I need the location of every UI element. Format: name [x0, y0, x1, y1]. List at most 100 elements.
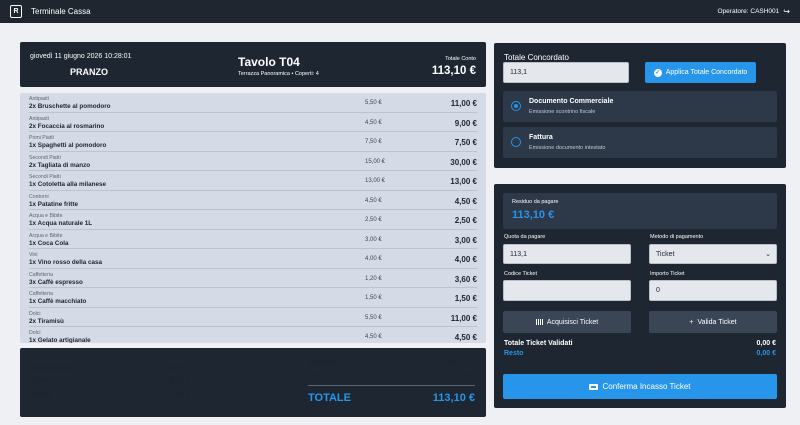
- order-item-row: Vini 1x Vino rosso della casa 4,00 € 4,00 €: [29, 249, 477, 269]
- item-name: 1x Vino rosso della casa: [29, 259, 103, 266]
- barcode-icon: [535, 319, 543, 325]
- item-name: 3x Caffè espresso: [29, 278, 83, 286]
- check-circle-icon: ✓: [653, 68, 662, 77]
- quota-label: Quota da pagare: [504, 234, 546, 240]
- validate-ticket-label: Valida Ticket: [697, 318, 737, 326]
- item-total-price: 30,00 €: [450, 157, 477, 167]
- item-name: 1x Spaghetti al pomodoro: [29, 142, 107, 149]
- item-category: Vini: [29, 252, 38, 258]
- option-subtitle: Emissione documento intestato: [529, 145, 606, 151]
- item-name: 1x Cotoletta alla milanese: [29, 181, 106, 188]
- iva-value: 11,59 €: [452, 373, 475, 380]
- order-item-row: Secondi Piatti 2x Tagliata di manzo 15,00 …: [29, 152, 477, 171]
- order-item-row: Antipasti 2x Bruschette al pomodoro 5,50 €…: [29, 93, 477, 113]
- item-name: 1x Coca Cola: [29, 239, 69, 247]
- item-unit-price: 15,00 €: [365, 158, 386, 165]
- order-item-row: Acqua e Bibite 1x Acqua naturale 1L 2,50 €…: [29, 210, 477, 230]
- ticket-amount-label: Importo Ticket: [650, 271, 685, 277]
- option-fattura[interactable]: Fattura Emissione documento intestato: [503, 127, 777, 158]
- item-name: 1x Caffè macchiato: [29, 298, 87, 305]
- order-item-row: Caffetteria 1x Caffè macchiato 1,50 € 1,50 …: [29, 288, 477, 308]
- item-name: 2x Tiramisù: [29, 317, 64, 325]
- item-category: Caffetteria: [29, 291, 53, 297]
- item-total-price: 13,00 €: [450, 177, 477, 186]
- app-logo-icon: R: [10, 5, 22, 18]
- ticket-icon: [589, 383, 599, 390]
- radio-unselected-icon[interactable]: [511, 137, 521, 147]
- summary-divider: [308, 385, 475, 386]
- radio-selected-icon[interactable]: [511, 101, 521, 111]
- change-row: Resto 0,00 €: [504, 350, 776, 357]
- order-datetime: giovedì 11 giugno 2026 10:28:01: [30, 53, 132, 60]
- item-total-price: 3,00 €: [454, 235, 477, 245]
- item-name: 1x Acqua naturale 1L: [29, 220, 93, 227]
- change-value: 0,00 €: [756, 350, 776, 357]
- ticket-code-input[interactable]: [503, 280, 631, 301]
- order-item-row: Secondi Piatti 1x Cotoletta alla milanese…: [29, 171, 477, 191]
- item-unit-price: 7,50 €: [365, 139, 382, 145]
- item-total-price: 11,00 €: [450, 313, 477, 323]
- logout-icon[interactable]: ↪: [783, 7, 790, 16]
- agreed-total-title: Totale Concordato: [504, 53, 569, 62]
- apply-agreed-total-button[interactable]: ✓ Applica Totale Concordato: [645, 62, 756, 83]
- agreed-total-input[interactable]: 113,1: [503, 62, 629, 83]
- sconto-label: Sconto: [30, 391, 52, 398]
- option-subtitle: Emissione scontrino fiscale: [529, 109, 596, 115]
- remaining-label: Residuo da pagare: [512, 199, 559, 205]
- item-unit-price: 13,00 €: [365, 178, 386, 184]
- item-category: Dolci: [29, 310, 41, 317]
- acquire-ticket-button[interactable]: Acquisisci Ticket: [503, 311, 631, 333]
- order-item-row: Dolci 1x Gelato artigianale 4,50 € 4,50 €: [29, 327, 477, 343]
- total-account-value: 113,10 €: [431, 65, 476, 77]
- item-unit-price: 2,50 €: [365, 217, 382, 223]
- confirm-ticket-payment-button[interactable]: Conferma Incasso Ticket: [503, 374, 777, 399]
- item-category: Caffetteria: [29, 271, 53, 278]
- ticket-amount-input[interactable]: 0: [649, 280, 777, 301]
- item-total-price: 4,00 €: [454, 255, 477, 264]
- item-name: 2x Bruschette al pomodoro: [29, 103, 111, 110]
- summary-sconto: Sconto 0,00 €: [30, 391, 190, 398]
- payment-method-select[interactable]: Ticket ⌄: [649, 244, 777, 264]
- order-item-row: Antipasti 2x Focaccia al rosmarino 4,50 € 9…: [29, 113, 477, 132]
- item-total-price: 11,00 €: [450, 99, 477, 108]
- validated-tickets-value: 0,00 €: [756, 340, 776, 347]
- order-items-list[interactable]: Antipasti 2x Bruschette al pomodoro 5,50 €…: [20, 93, 486, 343]
- agreed-total-panel: Totale Concordato 113,1 ✓ Applica Totale…: [494, 43, 786, 168]
- item-total-price: 4,50 €: [454, 196, 477, 206]
- option-documento-commerciale[interactable]: Documento Commerciale Emissione scontrin…: [503, 91, 777, 122]
- sconto-value: 0,00 €: [170, 391, 190, 398]
- chevron-down-icon: ⌄: [765, 251, 771, 258]
- operator-label: Operatore: CASH001: [717, 8, 780, 15]
- item-category: Antipasti: [29, 115, 49, 122]
- validated-tickets-label: Totale Ticket Validati: [504, 340, 573, 347]
- consumazioni-value: 105,10 €: [162, 365, 190, 372]
- item-unit-price: 1,20 €: [365, 275, 382, 282]
- quota-input[interactable]: 113,1: [503, 244, 631, 264]
- validate-ticket-button[interactable]: + Valida Ticket: [649, 311, 777, 333]
- apply-agreed-total-label: Applica Totale Concordato: [665, 69, 748, 76]
- remaining-box: Residuo da pagare 113,10 €: [503, 193, 777, 229]
- app-title: Terminale Cassa: [31, 7, 91, 16]
- table-title: Tavolo T04: [238, 55, 300, 69]
- confirm-ticket-payment-label: Conferma Incasso Ticket: [602, 382, 691, 391]
- item-name: 1x Patatine fritte: [29, 200, 78, 208]
- payment-panel: Residuo da pagare 113,10 € Quota da paga…: [494, 184, 786, 408]
- item-total-price: 9,00 €: [454, 118, 477, 128]
- item-category: Secondi Piatti: [29, 154, 61, 161]
- plus-icon: +: [689, 318, 694, 326]
- consumazioni-label: Consumazioni: [30, 365, 75, 372]
- remaining-value: 113,10 €: [512, 209, 555, 221]
- item-unit-price: 4,50 €: [365, 334, 382, 340]
- summary-consumazioni: Consumazioni 105,10 €: [30, 365, 190, 372]
- order-item-row: Caffetteria 3x Caffè espresso 1,20 € 3,60 €: [29, 269, 477, 288]
- item-unit-price: 4,00 €: [365, 256, 382, 262]
- grand-total-value: 113,10 €: [432, 392, 475, 404]
- item-total-price: 7,50 €: [454, 138, 477, 147]
- change-label: Resto: [504, 350, 524, 357]
- imponibile-value: 101,51 €: [447, 359, 475, 366]
- summary-iva: IVA 11,59 €: [308, 373, 475, 380]
- order-item-row: Acqua e Bibite 1x Coca Cola 3,00 € 3,00 €: [29, 230, 477, 249]
- top-bar: R Terminale Cassa Operatore: CASH001 ↪: [0, 0, 800, 23]
- summary-imponibile: Imponibile 101,51 €: [308, 359, 475, 366]
- option-title: Documento Commerciale: [529, 98, 614, 105]
